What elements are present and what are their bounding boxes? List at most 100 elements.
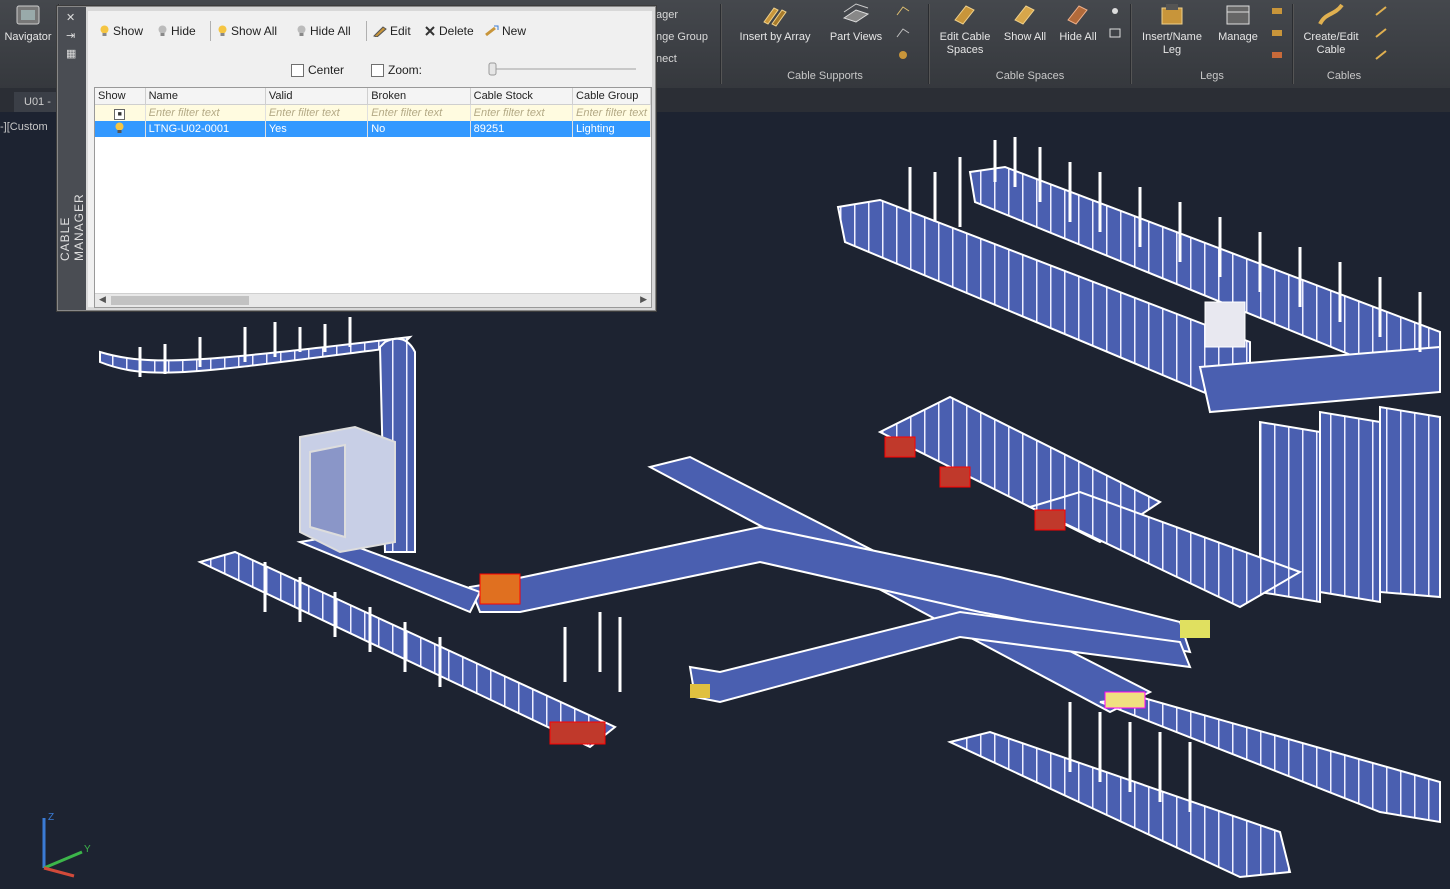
zoom-checkbox[interactable]: Zoom: xyxy=(371,63,422,77)
grid-header-row: Show Name Valid Broken Cable Stock Cable… xyxy=(95,88,651,105)
new-button[interactable]: New xyxy=(485,23,526,39)
create-cable-icon xyxy=(1316,2,1346,28)
horizontal-scrollbar[interactable]: ◀ ▶ xyxy=(95,293,651,307)
hide-all-icon xyxy=(1063,2,1093,28)
filter-show-cell[interactable]: ■ xyxy=(95,104,146,121)
part-views-label: Part Views xyxy=(829,31,883,43)
palette-title-bar[interactable]: ✕ ⇥ ▦ CABLE MANAGER xyxy=(58,7,86,310)
row-show-toggle[interactable] xyxy=(95,121,146,137)
edit-icon xyxy=(373,26,387,37)
space-small-icon[interactable] xyxy=(1108,26,1122,38)
bulb-off-icon xyxy=(297,25,306,36)
part-views-button[interactable]: Part Views xyxy=(822,2,890,66)
manage-icon xyxy=(1223,2,1253,28)
group-title-legs: Legs xyxy=(1200,70,1224,82)
axis-z-label: Z xyxy=(48,812,54,823)
ribbon-partial-label[interactable]: nect xyxy=(656,48,708,70)
zoom-label: Zoom: xyxy=(388,63,423,77)
close-icon[interactable]: ✕ xyxy=(66,11,75,24)
cable-small-icon[interactable] xyxy=(1374,4,1388,16)
show-all-icon xyxy=(1010,2,1040,28)
zoom-slider[interactable] xyxy=(488,62,638,76)
insert-by-array-button[interactable]: Insert by Array xyxy=(730,2,820,66)
filter-input[interactable]: Enter filter text xyxy=(572,104,651,121)
column-header[interactable]: Valid xyxy=(265,88,369,105)
bulb-off-icon xyxy=(158,25,167,36)
cable-small-icon[interactable] xyxy=(1374,26,1388,38)
show-label: Show xyxy=(113,24,144,38)
equipment-cabinet xyxy=(299,425,396,554)
edit-cable-spaces-label: Edit Cable Spaces xyxy=(939,31,991,56)
filter-input[interactable]: Enter filter text xyxy=(145,104,266,121)
support-small-icon[interactable] xyxy=(896,4,910,16)
navigator-button[interactable]: Navigator xyxy=(0,2,56,66)
filter-checkbox[interactable]: ■ xyxy=(114,108,126,120)
manage-legs-button[interactable]: Manage xyxy=(1210,2,1266,66)
delete-label: Delete xyxy=(439,24,474,38)
navigator-icon xyxy=(13,2,43,28)
leg-small-icon[interactable] xyxy=(1270,48,1284,60)
hide-all-spaces-button[interactable]: Hide All xyxy=(1052,2,1104,66)
insert-name-leg-button[interactable]: Insert/Name Leg xyxy=(1134,2,1210,66)
leg-small-icon[interactable] xyxy=(1270,26,1284,38)
file-tab[interactable]: U01 - xyxy=(14,92,61,112)
edit-label: Edit xyxy=(390,24,411,38)
checkbox-box[interactable] xyxy=(371,63,384,77)
hide-all-button[interactable]: Hide All xyxy=(297,23,351,39)
insert-leg-icon xyxy=(1157,2,1187,28)
show-all-button[interactable]: Show All xyxy=(218,23,277,39)
checkbox-box[interactable] xyxy=(291,63,304,77)
cable-grid: Show Name Valid Broken Cable Stock Cable… xyxy=(94,87,652,308)
column-header[interactable]: Show xyxy=(95,88,146,105)
delete-button[interactable]: Delete xyxy=(424,23,474,39)
center-checkbox[interactable]: Center xyxy=(291,63,344,77)
support-small-icon[interactable] xyxy=(896,48,910,60)
autohide-icon[interactable]: ⇥ xyxy=(66,29,75,42)
viewport-view-label[interactable]: -][Custom xyxy=(0,121,48,133)
table-row[interactable]: LTNG-U02-0001 Yes No 89251 Lighting xyxy=(95,121,651,137)
properties-icon[interactable]: ▦ xyxy=(66,47,76,60)
edit-button[interactable]: Edit xyxy=(373,23,411,39)
filter-row: ■ Enter filter text Enter filter text En… xyxy=(95,104,651,121)
hide-all-label: Hide All xyxy=(310,24,351,38)
ribbon-partial-label[interactable]: ager xyxy=(656,4,708,26)
column-header[interactable]: Cable Group xyxy=(572,88,651,105)
show-button[interactable]: Show xyxy=(100,23,143,39)
cable-manager-palette: ✕ ⇥ ▦ CABLE MANAGER Show Hide Show All H… xyxy=(57,6,656,311)
edit-cable-spaces-button[interactable]: Edit Cable Spaces xyxy=(932,2,998,66)
filter-input[interactable]: Enter filter text xyxy=(470,104,574,121)
group-title-cable-supports: Cable Supports xyxy=(787,70,863,82)
create-edit-cable-button[interactable]: Create/Edit Cable xyxy=(1296,2,1366,66)
insert-by-array-label: Insert by Array xyxy=(739,31,811,43)
scrollbar-thumb[interactable] xyxy=(111,296,249,305)
bulb-on-icon xyxy=(115,122,124,133)
leg-small-icon[interactable] xyxy=(1270,4,1284,16)
ucs-axis-icon: Z Y xyxy=(42,812,91,878)
space-small-icon[interactable] xyxy=(1108,4,1122,16)
hide-label: Hide xyxy=(171,24,196,38)
create-edit-cable-label: Create/Edit Cable xyxy=(1303,31,1359,56)
bulb-on-icon xyxy=(218,25,227,36)
group-title-cable-spaces: Cable Spaces xyxy=(995,70,1065,82)
column-header[interactable]: Name xyxy=(145,88,266,105)
hide-button[interactable]: Hide xyxy=(158,23,196,39)
delete-icon xyxy=(425,26,435,36)
cell-valid: Yes xyxy=(265,121,369,137)
scroll-right-icon[interactable]: ▶ xyxy=(640,294,647,305)
filter-input[interactable]: Enter filter text xyxy=(367,104,471,121)
show-all-spaces-button[interactable]: Show All xyxy=(998,2,1052,66)
hide-all-spaces-label: Hide All xyxy=(1059,31,1097,43)
ribbon-partial-label[interactable]: nge Group xyxy=(656,26,708,48)
show-all-spaces-label: Show All xyxy=(1003,31,1047,43)
manage-legs-label: Manage xyxy=(1218,31,1258,43)
filter-input[interactable]: Enter filter text xyxy=(265,104,369,121)
support-small-icon[interactable] xyxy=(896,26,910,38)
column-header[interactable]: Broken xyxy=(367,88,471,105)
center-label: Center xyxy=(308,63,345,77)
navigator-label: Navigator xyxy=(4,31,52,43)
cell-cable-group: Lighting xyxy=(572,121,651,137)
cable-small-icon[interactable] xyxy=(1374,48,1388,60)
new-cable-icon xyxy=(485,25,499,37)
scroll-left-icon[interactable]: ◀ xyxy=(99,294,106,305)
column-header[interactable]: Cable Stock xyxy=(470,88,574,105)
